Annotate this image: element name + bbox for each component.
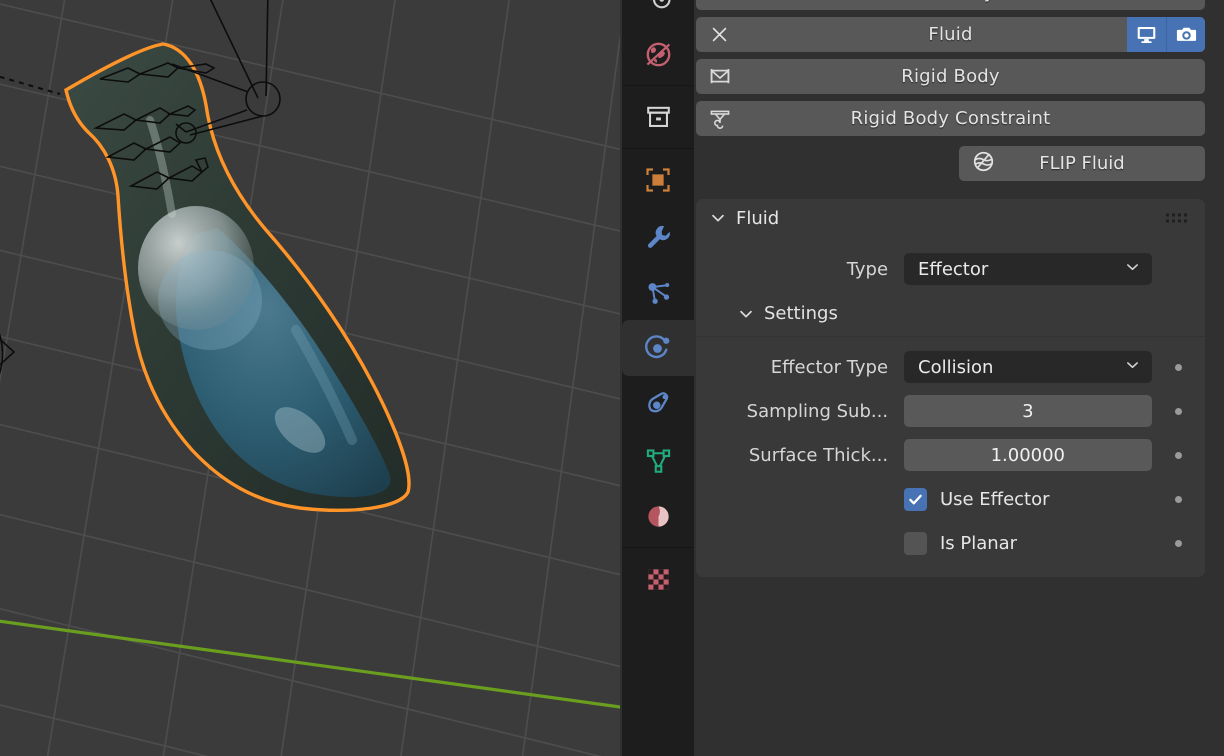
row-effector-type: Effector Type Collision [696, 345, 1205, 389]
flip-fluid-row: FLIP Fluid [696, 146, 1205, 181]
fluid-settings-panel: Fluid Type Effector Settings Effector Ty… [696, 199, 1205, 577]
soft-body-icon [708, 0, 732, 5]
particles-icon [647, 282, 669, 304]
tab-separator [622, 85, 694, 86]
row-surface-thickness: Surface Thick... 1.00000 [696, 433, 1205, 477]
blender-window: Soft Body Fluid [0, 0, 1224, 756]
flip-fluid-label: FLIP Fluid [1039, 153, 1125, 174]
collection-box-icon [646, 106, 670, 127]
row-is-planar: Is Planar [696, 521, 1205, 565]
world-globe-icon [646, 42, 670, 66]
chevron-down-icon[interactable] [738, 306, 754, 322]
effector-type-value: Collision [918, 356, 994, 378]
type-dropdown-wrap: Effector [904, 253, 1152, 285]
use-effector-wrap: Use Effector [903, 487, 1152, 511]
mesh-data-icon [646, 448, 670, 473]
animate-property-dot[interactable] [1152, 451, 1205, 459]
effector-type-dropdown-wrap: Collision [904, 351, 1152, 383]
drag-handle-icon[interactable] [1166, 213, 1187, 223]
check-icon [909, 494, 922, 504]
flip-fluid-icon [971, 149, 996, 179]
rigid-body-icon [708, 65, 732, 89]
tab-render[interactable] [622, 0, 694, 26]
effector-type-dropdown[interactable]: Collision [904, 351, 1152, 383]
use-effector-checkbox[interactable] [903, 487, 927, 511]
texture-checker-icon [647, 568, 669, 590]
fluid-label: Fluid [928, 24, 973, 45]
properties-tab-strip[interactable] [622, 0, 694, 756]
tab-separator [622, 547, 694, 548]
tab-object[interactable] [622, 152, 694, 208]
chevron-down-icon[interactable] [710, 210, 726, 226]
surface-thickness-value: 1.00000 [990, 444, 1065, 466]
row-type: Type Effector [696, 247, 1205, 291]
tab-collection[interactable] [622, 89, 694, 145]
physics-button-fluid[interactable]: Fluid [696, 17, 1205, 52]
fluid-panel-title: Fluid [736, 207, 780, 229]
tab-modifiers[interactable] [622, 208, 694, 264]
flip-fluid-button[interactable]: FLIP Fluid [959, 146, 1205, 181]
close-icon[interactable] [706, 22, 732, 48]
settings-subpanel-header[interactable]: Settings [696, 291, 1205, 337]
type-dropdown[interactable]: Effector [904, 253, 1152, 285]
sampling-substeps-label: Sampling Sub... [746, 400, 889, 422]
surface-thickness-label: Surface Thick... [748, 444, 889, 466]
properties-panel-area: Soft Body Fluid [694, 0, 1224, 756]
is-planar-wrap: Is Planar [903, 531, 1152, 555]
chevron-down-icon [1125, 357, 1140, 378]
material-sphere-icon [647, 505, 669, 527]
constraint-icon [648, 392, 669, 413]
physics-button-rigid-body-constraint[interactable]: Rigid Body Constraint [696, 101, 1205, 136]
viewport-canvas [0, 0, 620, 756]
settings-title: Settings [764, 303, 838, 324]
animate-property-dot[interactable] [1152, 363, 1205, 371]
tab-constraints[interactable] [622, 376, 694, 432]
sampling-substeps-field-wrap: 3 [904, 395, 1152, 427]
rigid-body-constraint-label: Rigid Body Constraint [850, 108, 1051, 129]
monitor-icon[interactable] [1127, 17, 1166, 52]
effector-type-label: Effector Type [770, 356, 889, 378]
animate-property-dot[interactable] [1152, 539, 1205, 547]
type-label: Type [846, 258, 889, 280]
rigid-body-label: Rigid Body [901, 66, 1000, 87]
row-use-effector: Use Effector [696, 477, 1205, 521]
camera-back-icon [650, 0, 671, 9]
tab-material[interactable] [622, 488, 694, 544]
wrench-icon [647, 225, 670, 248]
fluid-visibility-toggles [1127, 17, 1205, 52]
chevron-down-icon [1125, 259, 1140, 280]
tab-separator [622, 148, 694, 149]
physics-orbit-icon [645, 335, 670, 359]
physics-button-soft-body[interactable]: Soft Body [696, 0, 1205, 10]
is-planar-checkbox[interactable] [903, 531, 927, 555]
use-effector-label: Use Effector [939, 488, 1050, 510]
rigid-constraint-icon [708, 107, 732, 131]
tab-object-data[interactable] [622, 432, 694, 488]
row-sampling-substeps: Sampling Sub... 3 [696, 389, 1205, 433]
surface-thickness-field[interactable]: 1.00000 [904, 439, 1152, 471]
tab-physics[interactable] [622, 320, 694, 376]
tab-particles[interactable] [622, 264, 694, 320]
type-value: Effector [918, 258, 989, 280]
tab-texture[interactable] [622, 551, 694, 607]
properties-editor: Soft Body Fluid [620, 0, 1224, 756]
surface-thickness-field-wrap: 1.00000 [904, 439, 1152, 471]
object-square-icon [646, 168, 670, 192]
soft-body-label: Soft Body [906, 0, 994, 3]
tab-world[interactable] [622, 26, 694, 82]
animate-property-dot[interactable] [1152, 407, 1205, 415]
animate-property-dot[interactable] [1152, 495, 1205, 503]
sampling-substeps-value: 3 [1022, 400, 1034, 422]
is-planar-label: Is Planar [939, 532, 1018, 554]
camera-icon[interactable] [1166, 17, 1205, 52]
physics-button-rigid-body[interactable]: Rigid Body [696, 59, 1205, 94]
3d-viewport[interactable] [0, 0, 620, 756]
fluid-panel-header[interactable]: Fluid [696, 199, 1205, 237]
sampling-substeps-field[interactable]: 3 [904, 395, 1152, 427]
fluid-panel-body: Type Effector Settings Effector Type Col… [696, 247, 1205, 577]
